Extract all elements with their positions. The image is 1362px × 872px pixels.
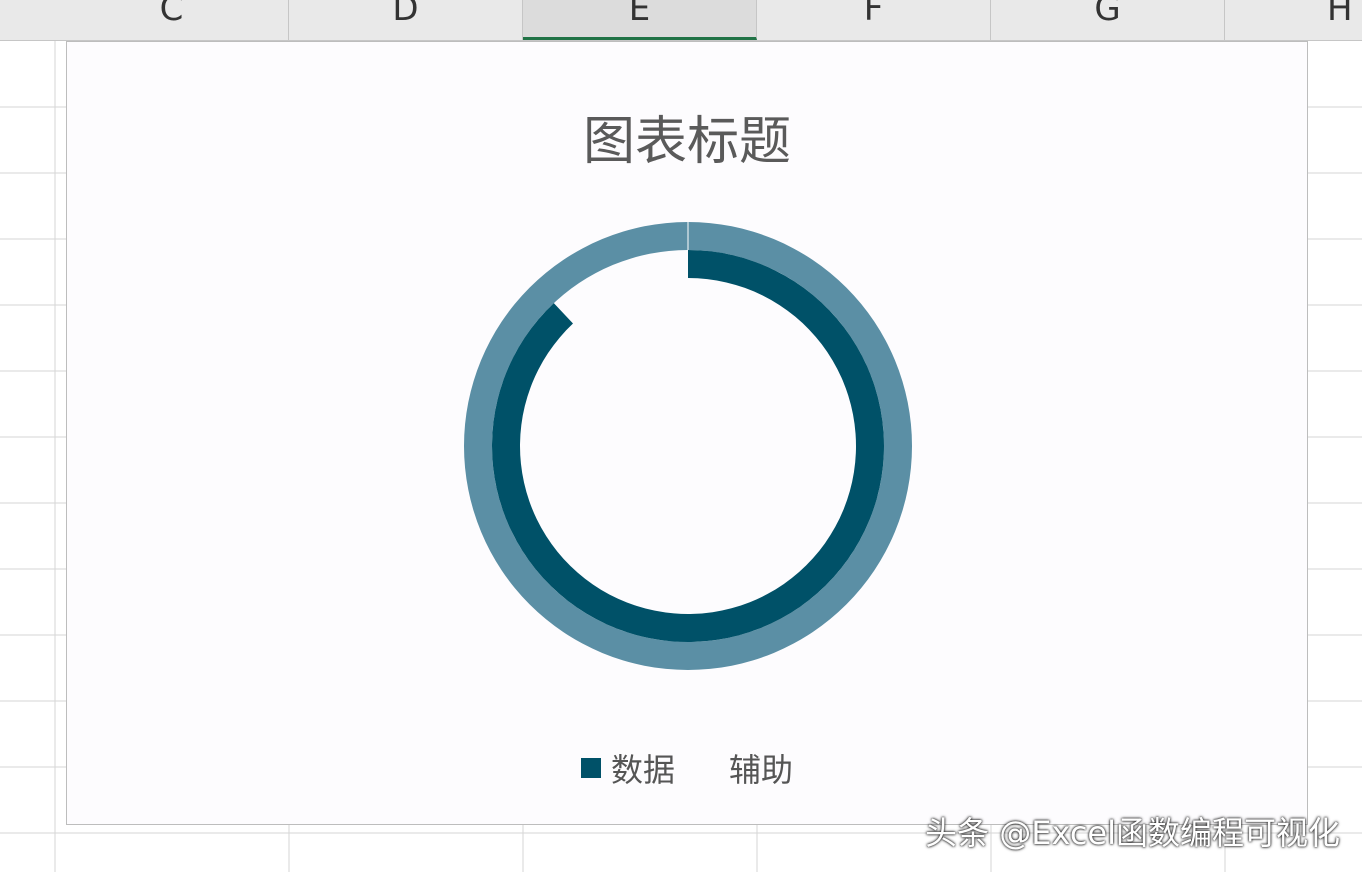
column-header-f[interactable]: F [757,0,991,40]
doughnut-slice-inner-0[interactable] [492,250,884,643]
doughnut-chart[interactable] [67,42,1309,826]
column-header-g[interactable]: G [991,0,1225,40]
column-header-d[interactable]: D [289,0,523,40]
chart-legend: 数据 辅助 [67,745,1307,791]
doughnut-slice-outer-0[interactable] [464,222,912,670]
legend-label-aux: 辅助 [729,751,794,789]
column-header-c[interactable]: C [55,0,289,40]
legend-swatch-data [580,758,601,778]
legend-item-data[interactable]: 数据 [580,745,675,791]
legend-item-aux[interactable]: 辅助 [729,745,793,791]
column-header-bar: C D E F G H [0,0,1362,41]
series-outer-ring [464,222,912,670]
column-header-h[interactable]: H [1225,0,1362,40]
legend-label-data: 数据 [610,751,675,789]
watermark: 头条 @Excel函数编程可视化 [925,814,1340,852]
series-inner-ring [492,250,884,643]
chart-area[interactable]: 图表标题 数据 辅助 [66,41,1308,825]
column-header-e[interactable]: E [523,0,757,40]
